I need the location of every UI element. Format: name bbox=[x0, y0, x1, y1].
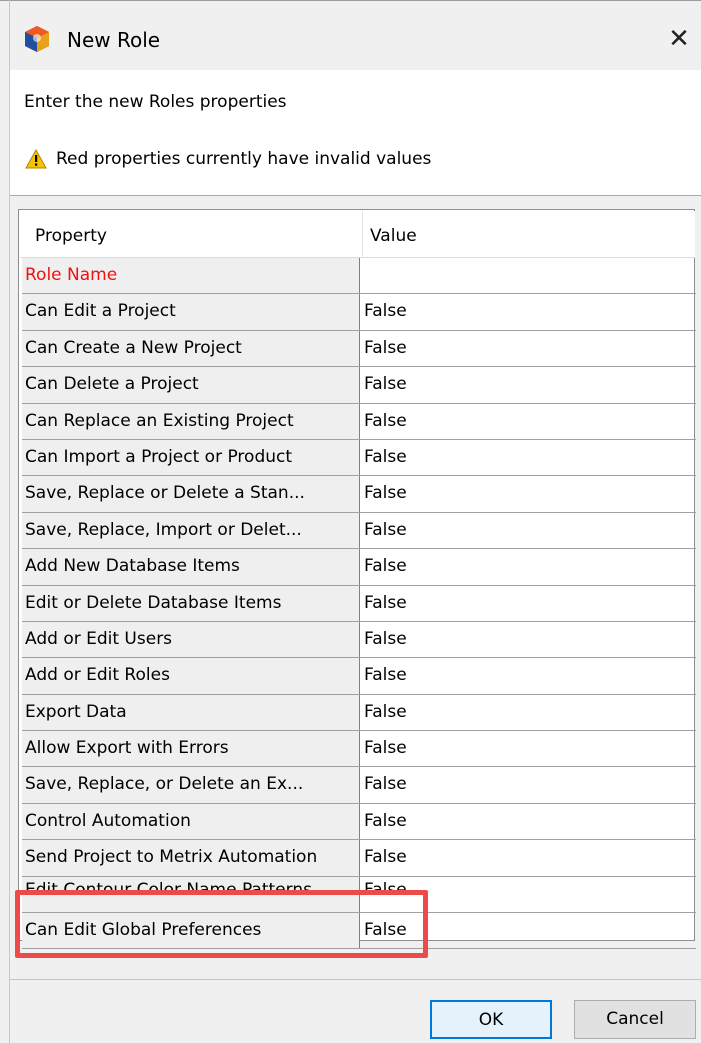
close-button[interactable]: ✕ bbox=[664, 22, 694, 56]
property-cell: Save, Replace, or Delete an Ex... bbox=[22, 767, 360, 803]
column-header-value[interactable]: Value bbox=[370, 226, 417, 246]
value-cell[interactable]: False bbox=[362, 294, 698, 329]
value-cell[interactable]: False bbox=[362, 767, 698, 802]
table-row[interactable]: Export Data False bbox=[22, 694, 698, 732]
value-cell[interactable]: False bbox=[362, 731, 698, 766]
footer-separator bbox=[10, 979, 701, 980]
table-row[interactable]: Can Create a New Project False bbox=[22, 330, 698, 368]
property-cell: Send Project to Metrix Automation bbox=[22, 840, 360, 876]
warning-message: Red properties currently have invalid va… bbox=[56, 149, 432, 169]
table-row[interactable]: Control Automation False bbox=[22, 803, 698, 841]
window-title: New Role bbox=[67, 28, 161, 52]
table-header: Property Value bbox=[20, 211, 695, 257]
dialog-subtitle: Enter the new Roles properties bbox=[24, 92, 287, 112]
value-cell[interactable]: False bbox=[362, 549, 698, 584]
property-cell: Control Automation bbox=[22, 803, 360, 840]
ok-button[interactable]: OK bbox=[430, 1000, 552, 1039]
value-cell[interactable]: False bbox=[362, 622, 698, 657]
value-cell[interactable]: False bbox=[362, 367, 698, 402]
table-row[interactable]: Add New Database Items False bbox=[22, 549, 698, 586]
value-cell[interactable]: False bbox=[362, 804, 698, 839]
property-table[interactable]: Property Value Role Name Can Edit a Proje… bbox=[18, 209, 696, 950]
cancel-button[interactable]: Cancel bbox=[574, 1000, 696, 1039]
value-cell[interactable]: False bbox=[362, 658, 698, 693]
property-cell: Export Data bbox=[22, 694, 360, 731]
close-icon: ✕ bbox=[668, 24, 690, 54]
value-cell[interactable]: False bbox=[362, 331, 698, 366]
property-cell: Can Create a New Project bbox=[22, 330, 360, 367]
table-row[interactable]: Allow Export with Errors False bbox=[22, 731, 698, 768]
property-cell: Allow Export with Errors bbox=[22, 731, 360, 767]
property-cell: Can Replace an Existing Project bbox=[22, 403, 360, 439]
value-cell[interactable]: False bbox=[362, 513, 698, 548]
table-row[interactable]: Add or Edit Roles False bbox=[22, 658, 698, 695]
table-row[interactable]: Can Delete a Project False bbox=[22, 367, 698, 404]
table-row[interactable]: Role Name bbox=[22, 258, 698, 295]
table-row[interactable]: Send Project to Metrix Automation False bbox=[22, 840, 698, 877]
value-cell[interactable] bbox=[362, 258, 698, 293]
header-panel: Enter the new Roles properties Red prope… bbox=[10, 70, 701, 195]
table-row[interactable]: Add or Edit Users False bbox=[22, 621, 698, 659]
highlight-box bbox=[15, 890, 428, 958]
property-cell: Edit or Delete Database Items bbox=[22, 585, 360, 621]
column-divider[interactable] bbox=[362, 211, 363, 257]
property-cell: Add or Edit Users bbox=[22, 621, 360, 658]
table-row[interactable]: Save, Replace, Import or Delet... False bbox=[22, 512, 698, 550]
table-row[interactable]: Can Import a Project or Product False bbox=[22, 439, 698, 477]
value-cell[interactable]: False bbox=[362, 404, 698, 439]
table-row[interactable]: Save, Replace or Delete a Stan... False bbox=[22, 476, 698, 513]
value-cell[interactable]: False bbox=[362, 476, 698, 511]
table-row[interactable]: Can Replace an Existing Project False bbox=[22, 403, 698, 440]
header-separator bbox=[10, 195, 701, 196]
property-cell: Role Name bbox=[22, 258, 360, 294]
table-body: Role Name Can Edit a Project False Can Crea… bbox=[22, 258, 698, 950]
value-cell[interactable]: False bbox=[362, 440, 698, 475]
table-row[interactable]: Save, Replace, or Delete an Ex... False bbox=[22, 767, 698, 804]
property-cell: Add New Database Items bbox=[22, 549, 360, 585]
property-cell: Add or Edit Roles bbox=[22, 658, 360, 694]
property-cell: Save, Replace or Delete a Stan... bbox=[22, 476, 360, 512]
value-cell[interactable]: False bbox=[362, 695, 698, 730]
window-top-border bbox=[0, 0, 701, 1]
table-row[interactable]: Can Edit a Project False bbox=[22, 294, 698, 331]
property-cell: Save, Replace, Import or Delet... bbox=[22, 512, 360, 549]
property-cell: Can Import a Project or Product bbox=[22, 439, 360, 476]
value-cell[interactable]: False bbox=[362, 840, 698, 875]
warning-icon bbox=[25, 149, 47, 169]
table-row[interactable]: Edit or Delete Database Items False bbox=[22, 585, 698, 622]
app-logo-icon bbox=[25, 26, 49, 52]
property-cell: Can Edit a Project bbox=[22, 294, 360, 330]
property-cell: Can Delete a Project bbox=[22, 367, 360, 403]
column-header-property[interactable]: Property bbox=[35, 226, 107, 246]
value-cell[interactable]: False bbox=[362, 586, 698, 621]
